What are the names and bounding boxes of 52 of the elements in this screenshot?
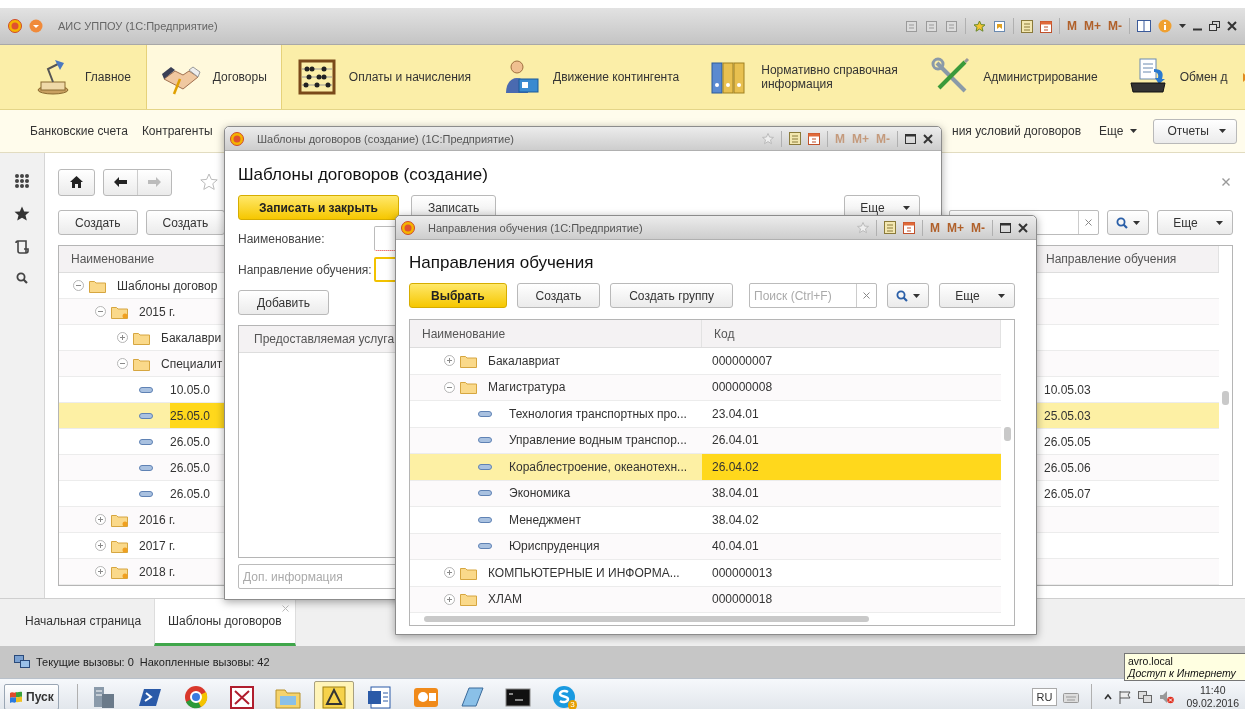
- table-cell-text: Менеджмент: [509, 511, 582, 529]
- form-heading: Шаблоны договоров (создание): [238, 165, 489, 185]
- table-cell-text: 2018 г.: [139, 563, 177, 581]
- table-cell-text: Экономика: [509, 485, 572, 503]
- table-cell-text: 10.05.0: [170, 381, 212, 399]
- table-cell-text: 38.04.02: [711, 511, 760, 529]
- table-cell-text: 26.05.05: [1043, 433, 1092, 451]
- table-cell-text: Управление водным транспор...: [509, 432, 688, 450]
- clock-date: 09.02.2016: [1186, 696, 1239, 709]
- table-cell-text: ХЛАМ: [488, 591, 523, 609]
- window-title: Шаблоны договоров (создание) (1С:Предприятие): [257, 132, 514, 145]
- window-title: АИС УППОУ (1С:Предприятие): [58, 20, 218, 32]
- table-cell-text: 40.04.01: [711, 538, 760, 556]
- table-cell-text: Специалит: [161, 355, 224, 373]
- table-cell-text: 26.05.0: [170, 459, 212, 477]
- field-label: Наименование:: [238, 231, 326, 246]
- table-cell-text: 10.05.03: [1043, 381, 1092, 399]
- table-cell-text: Кораблестроение, океанотехн...: [509, 458, 689, 476]
- table-cell-text: Бакалавриат: [488, 352, 562, 370]
- search-placeholder: Поиск (Ctrl+F): [754, 288, 832, 303]
- table-cell-text: КОМПЬЮТЕРНЫЕ И ИНФОРМА...: [488, 564, 681, 582]
- badge: 3: [568, 700, 577, 709]
- table-cell-text: 000000013: [711, 564, 774, 582]
- table-cell-text: 25.05.03: [1043, 407, 1092, 425]
- table-cell-text: 23.04.01: [711, 405, 760, 423]
- tooltip-title: avro.local: [1128, 655, 1174, 667]
- table-cell-text: 38.04.01: [711, 485, 760, 503]
- form-heading: Направления обучения: [409, 253, 595, 273]
- table-cell-text: Юриспруденция: [509, 538, 601, 556]
- table-cell-text: Шаблоны договор: [117, 277, 219, 295]
- table-cell: 26.04.02: [702, 454, 1001, 480]
- table-cell-text: 000000018: [711, 591, 774, 609]
- table-cell-text: 26.05.07: [1043, 485, 1092, 503]
- status-text: Текущие вызовы: 0: [36, 656, 134, 668]
- table-cell-text: Магистратура: [488, 379, 567, 397]
- table-cell-text: 26.05.0: [170, 433, 212, 451]
- window-title: Направления обучения (1С:Предприятие): [428, 221, 643, 234]
- table-cell: 25.05.0: [170, 403, 225, 428]
- table-cell-text: 26.04.01: [711, 432, 760, 450]
- table-cell-text: 000000007: [711, 352, 774, 370]
- table-cell-text: 2016 г.: [139, 511, 177, 529]
- table-cell-text: 2015 г.: [139, 303, 177, 321]
- status-text: Накопленные вызовы: 42: [139, 656, 270, 668]
- table-cell-text: 26.05.06: [1043, 459, 1092, 477]
- field-label: Направление обучения:: [238, 262, 373, 277]
- table-cell-text: 2017 г.: [139, 537, 177, 555]
- clock-time: 11:40: [1199, 683, 1226, 697]
- tooltip-text: Доступ к Интернету: [1128, 667, 1237, 679]
- table-cell-text: 000000008: [711, 379, 774, 397]
- table-cell-text: Технология транспортных про...: [509, 405, 688, 423]
- table-cell-text: Бакалаври: [161, 329, 223, 347]
- table-cell-text: 26.05.0: [170, 485, 212, 503]
